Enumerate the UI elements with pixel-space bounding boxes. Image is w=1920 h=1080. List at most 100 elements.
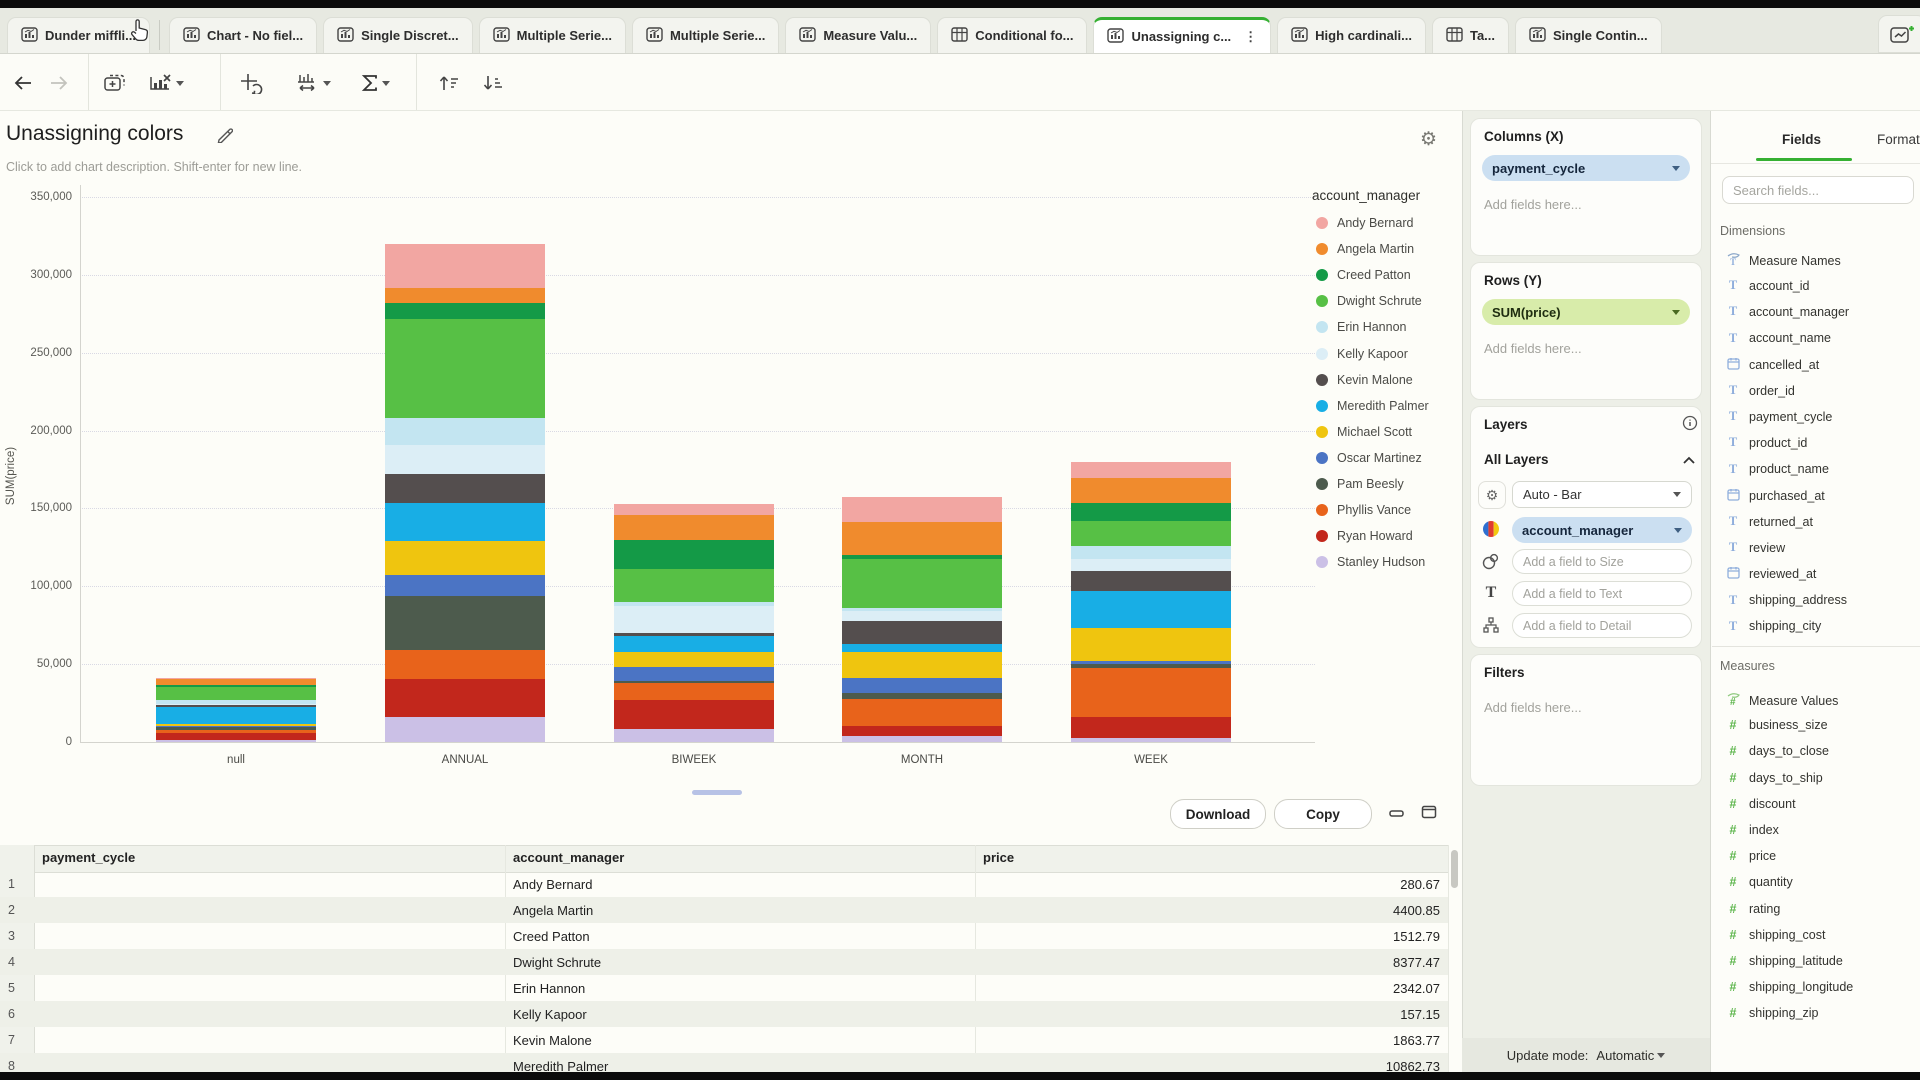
bar-segment-andy-bernard[interactable] bbox=[156, 678, 316, 679]
legend-item[interactable]: Dwight Schrute bbox=[1316, 294, 1422, 308]
legend-item[interactable]: Phyllis Vance bbox=[1316, 503, 1411, 517]
dimension-account-name[interactable]: Taccount_name bbox=[1726, 331, 1831, 346]
chart-table-splitter-handle[interactable] bbox=[692, 790, 742, 795]
detail-field-drop[interactable]: Add a field to Detail bbox=[1512, 613, 1692, 638]
measure-shipping-latitude[interactable]: #shipping_latitude bbox=[1726, 954, 1843, 968]
measure-shipping-zip[interactable]: #shipping_zip bbox=[1726, 1006, 1819, 1020]
column-header-payment-cycle[interactable]: payment_cycle bbox=[42, 850, 135, 865]
measure-index[interactable]: #index bbox=[1726, 823, 1779, 837]
tab-ta-[interactable]: Ta... bbox=[1432, 17, 1509, 53]
bar-segment-erin-hannon[interactable] bbox=[385, 418, 545, 445]
measure-shipping-cost[interactable]: #shipping_cost bbox=[1726, 928, 1825, 942]
bar-segment-dwight-schrute[interactable] bbox=[614, 569, 774, 602]
bar-segment-phyllis-vance[interactable] bbox=[842, 699, 1002, 726]
bar-segment-oscar-martinez[interactable] bbox=[385, 575, 545, 596]
tab-menu-button[interactable]: ⋮ bbox=[1244, 29, 1257, 45]
bar-segment-ryan-howard[interactable] bbox=[842, 726, 1002, 736]
bar-segment-oscar-martinez[interactable] bbox=[1071, 661, 1231, 665]
measure-days-to-close[interactable]: #days_to_close bbox=[1726, 744, 1829, 758]
bar-segment-meredith-palmer[interactable] bbox=[1071, 591, 1231, 628]
bar-segment-phyllis-vance[interactable] bbox=[156, 730, 316, 732]
bar-segment-creed-patton[interactable] bbox=[614, 540, 774, 569]
bar-segment-dwight-schrute[interactable] bbox=[385, 319, 545, 419]
swap-axes-button[interactable] bbox=[238, 70, 264, 96]
tab-conditional-fo-[interactable]: Conditional fo... bbox=[937, 17, 1087, 53]
forward-button[interactable] bbox=[46, 70, 72, 96]
bar-segment-ryan-howard[interactable] bbox=[1071, 717, 1231, 738]
bar-segment-andy-bernard[interactable] bbox=[842, 497, 1002, 522]
column-header-price[interactable]: price bbox=[983, 850, 1014, 865]
bar-segment-pam-beesly[interactable] bbox=[842, 693, 1002, 699]
tab-multiple-serie-[interactable]: Multiple Serie... bbox=[479, 17, 626, 53]
dimension-product-id[interactable]: Tproduct_id bbox=[1726, 435, 1807, 450]
size-field-drop[interactable]: Add a field to Size bbox=[1512, 549, 1692, 574]
dimension-account-manager[interactable]: Taccount_manager bbox=[1726, 304, 1849, 319]
measure-days-to-ship[interactable]: #days_to_ship bbox=[1726, 771, 1823, 785]
legend-item[interactable]: Erin Hannon bbox=[1316, 320, 1407, 334]
table-scrollbar[interactable] bbox=[1451, 850, 1458, 888]
bar-segment-andy-bernard[interactable] bbox=[385, 244, 545, 288]
rows-field-pill[interactable]: SUM(price) bbox=[1482, 299, 1690, 325]
bar-segment-oscar-martinez[interactable] bbox=[156, 726, 316, 727]
dimension-cancelled-at[interactable]: cancelled_at bbox=[1726, 357, 1819, 373]
bar-segment-michael-scott[interactable] bbox=[1071, 628, 1231, 661]
bar-segment-dwight-schrute[interactable] bbox=[156, 687, 316, 700]
bar-segment-pam-beesly[interactable] bbox=[1071, 664, 1231, 668]
bar-segment-meredith-palmer[interactable] bbox=[156, 707, 316, 724]
bar-segment-erin-hannon[interactable] bbox=[614, 602, 774, 606]
bar-segment-erin-hannon[interactable] bbox=[156, 700, 316, 704]
bar-segment-michael-scott[interactable] bbox=[842, 652, 1002, 677]
legend-item[interactable]: Stanley Hudson bbox=[1316, 555, 1425, 569]
bar-segment-kevin-malone[interactable] bbox=[385, 474, 545, 503]
bar-segment-michael-scott[interactable] bbox=[156, 724, 316, 726]
legend-item[interactable]: Creed Patton bbox=[1316, 268, 1411, 282]
back-button[interactable] bbox=[10, 70, 36, 96]
bar-segment-kelly-kapoor[interactable] bbox=[385, 445, 545, 474]
bar-segment-pam-beesly[interactable] bbox=[614, 681, 774, 683]
measure-discount[interactable]: #discount bbox=[1726, 797, 1796, 811]
bar-segment-angela-martin[interactable] bbox=[385, 288, 545, 303]
bar-segment-stanley-hudson[interactable] bbox=[842, 736, 1002, 742]
legend-item[interactable]: Andy Bernard bbox=[1316, 216, 1413, 230]
bar-segment-ryan-howard[interactable] bbox=[156, 733, 316, 740]
tab-single-contin-[interactable]: Single Contin... bbox=[1515, 17, 1662, 53]
expand-results-icon[interactable] bbox=[1420, 804, 1438, 825]
bar-segment-andy-bernard[interactable] bbox=[614, 504, 774, 516]
bar-segment-michael-scott[interactable] bbox=[385, 541, 545, 575]
column-header-account-manager[interactable]: account_manager bbox=[513, 850, 624, 865]
legend-item[interactable]: Michael Scott bbox=[1316, 425, 1412, 439]
tab-single-discret-[interactable]: Single Discret... bbox=[323, 17, 473, 53]
legend-item[interactable]: Kelly Kapoor bbox=[1316, 347, 1408, 361]
bar-segment-meredith-palmer[interactable] bbox=[614, 636, 774, 651]
bar-segment-erin-hannon[interactable] bbox=[1071, 546, 1231, 559]
bar-segment-kevin-malone[interactable] bbox=[842, 621, 1002, 644]
measure-measure-values[interactable]: #Measure Values bbox=[1726, 692, 1838, 709]
layers-info-icon[interactable] bbox=[1682, 415, 1698, 436]
bar-segment-phyllis-vance[interactable] bbox=[385, 650, 545, 679]
bar-segment-meredith-palmer[interactable] bbox=[842, 644, 1002, 652]
bar-segment-pam-beesly[interactable] bbox=[156, 727, 316, 730]
legend-item[interactable]: Kevin Malone bbox=[1316, 373, 1413, 387]
measure-quantity[interactable]: #quantity bbox=[1726, 875, 1793, 889]
bar-segment-stanley-hudson[interactable] bbox=[156, 740, 316, 742]
legend-item[interactable]: Pam Beesly bbox=[1316, 477, 1404, 491]
sort-descending-button[interactable] bbox=[480, 70, 506, 96]
bar-segment-andy-bernard[interactable] bbox=[1071, 462, 1231, 478]
bar-segment-stanley-hudson[interactable] bbox=[1071, 738, 1231, 742]
bar-segment-oscar-martinez[interactable] bbox=[842, 678, 1002, 694]
mark-settings-gear-icon[interactable]: ⚙ bbox=[1478, 481, 1506, 509]
tab-format[interactable]: Format bbox=[1877, 132, 1920, 147]
bar-segment-creed-patton[interactable] bbox=[1071, 503, 1231, 520]
color-field-pill[interactable]: account_manager bbox=[1512, 517, 1692, 543]
measure-shipping-longitude[interactable]: #shipping_longitude bbox=[1726, 980, 1853, 994]
legend-item[interactable]: Meredith Palmer bbox=[1316, 399, 1429, 413]
download-button[interactable]: Download bbox=[1170, 799, 1266, 829]
columns-add-fields-placeholder[interactable]: Add fields here... bbox=[1484, 197, 1582, 212]
measure-rating[interactable]: #rating bbox=[1726, 902, 1780, 916]
bar-segment-ryan-howard[interactable] bbox=[614, 700, 774, 729]
bar-segment-angela-martin[interactable] bbox=[156, 678, 316, 685]
bar-segment-pam-beesly[interactable] bbox=[385, 596, 545, 650]
bar-options-button[interactable] bbox=[290, 70, 336, 96]
dimension-measure-names[interactable]: TMeasure Names bbox=[1726, 252, 1841, 269]
tab-multiple-serie-[interactable]: Multiple Serie... bbox=[632, 17, 779, 53]
